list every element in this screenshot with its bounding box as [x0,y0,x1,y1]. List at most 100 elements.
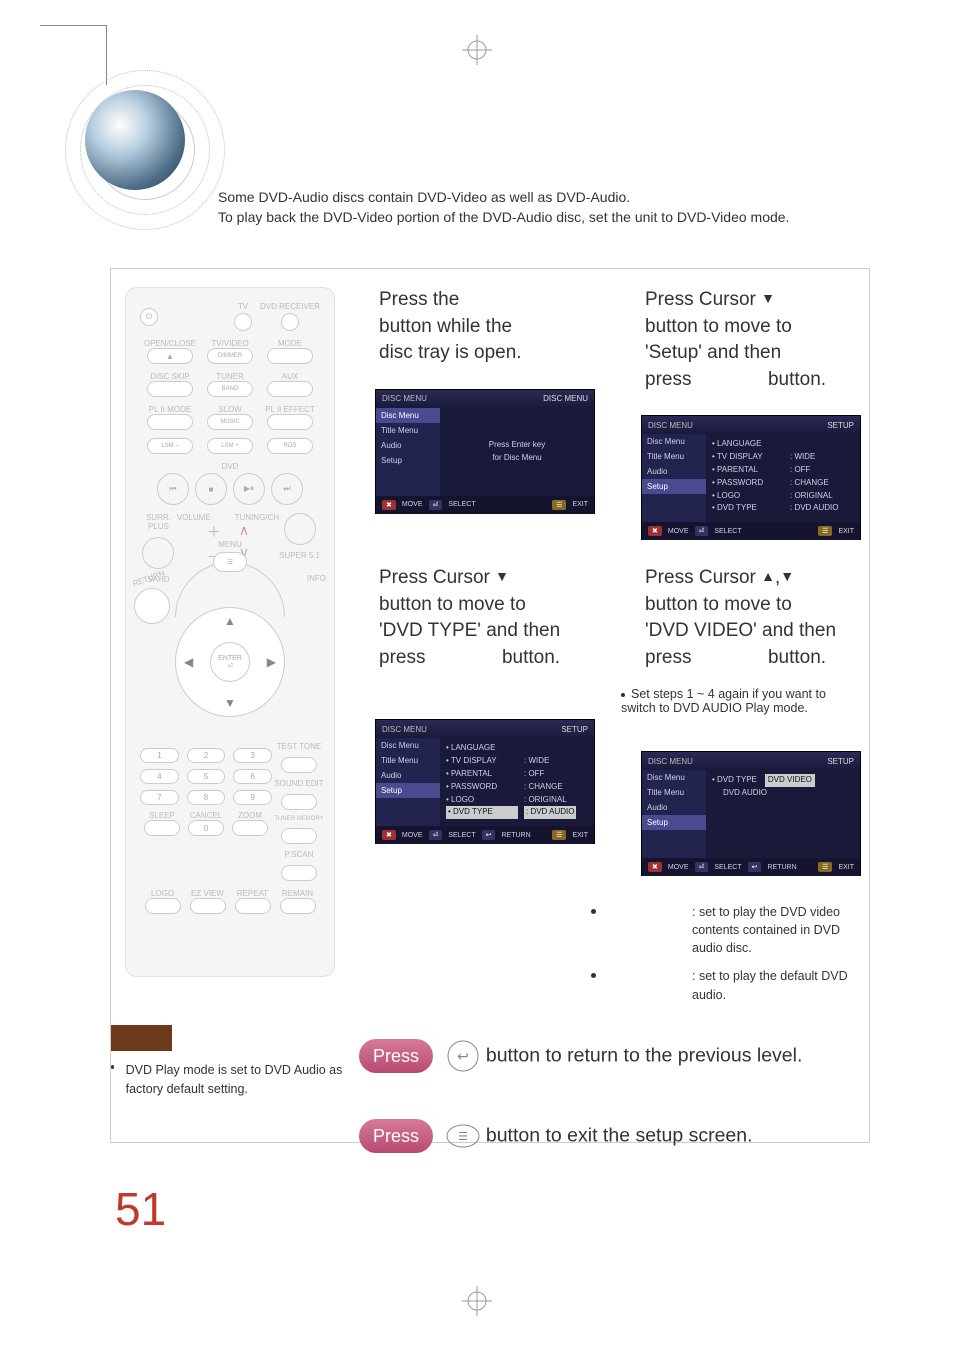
rc-label-super: SUPER 5.1 [279,551,320,560]
osd-row: • PARENTAL: OFF [446,768,588,781]
page-number: 51 [115,1182,166,1236]
step-4-l4a: press [645,647,691,668]
rc-dvdrcv-btn [281,313,299,331]
step-3-l3: 'DVD TYPE' and then [379,620,560,641]
rc-label-soundedit: SOUND EDIT [274,779,323,788]
menu-icon: ☰ [446,1119,480,1153]
osd3-discmenu: Disc Menu [376,738,440,753]
rc-surr-btn [142,537,174,569]
osd3-title-left: DISC MENU [382,725,427,734]
rc-sleep-btn [144,820,180,836]
step-2-l1: Press Cursor [645,289,756,310]
svg-text:☰: ☰ [459,1131,469,1143]
rc-left-arrow-icon: ◀ [184,655,193,669]
rc-pleffect-btn [267,414,313,430]
rc-label-pscan: P.SCAN [285,850,314,859]
osd-row: • TV DISPLAY: WIDE [446,755,588,768]
rc-right-arrow-icon: ▶ [267,655,276,669]
rc-enter-label: ENTER [218,655,242,662]
note-text: DVD Play mode is set to DVD Audio as fac… [126,1061,351,1099]
step-2-l3: 'Setup' and then [645,342,781,363]
osd4-foot-move: MOVE [668,864,689,871]
rc-zoom-btn [232,820,268,836]
intro-text: Some DVD-Audio discs contain DVD-Video a… [218,187,858,228]
bullet-icon [111,1065,114,1069]
rc-down-arrow-icon: ▼ [224,696,236,710]
step-4-note: Set steps 1 ~ 4 again if you want to swi… [621,687,861,715]
cursor-down-icon: ▼ [780,567,794,587]
osd3-titlemenu: Title Menu [376,753,440,768]
rc-rds: RDS [267,438,313,454]
rc-info-label: INFO [307,574,326,583]
rc-label-dvd: DVD [140,462,320,471]
step-1: Press the MENU button while the disc tra… [375,287,635,514]
rc-label-tv: TV [234,302,252,311]
rc-label-ezview: EZ VIEW [185,889,230,898]
rc-prev-icon: ⏮ [157,473,189,505]
step-2-text: Press Cursor ▼ button to move to 'Setup'… [645,287,901,393]
osd1-title-left: DISC MENU [382,394,427,403]
rc-vol-up-icon: ＋ [207,522,221,542]
step-4-note-text: Set steps 1 ~ 4 again if you want to swi… [621,687,826,715]
svg-text:↩: ↩ [458,1048,470,1064]
legend-val-2: : set to play the default DVD audio. [692,967,871,1003]
rc-remain-btn [280,898,316,914]
osd4-r1v: DVD AUDIO [720,787,770,800]
step-4-text: Press Cursor ▲,▼ button to move to 'DVD … [645,565,901,671]
osd-row: • LANGUAGE [712,438,854,451]
osd3-foot-move: MOVE [402,832,423,839]
cursor-up-icon: ▲ [761,567,775,587]
step-2-l4a: press [645,369,691,390]
rc-tuner-btn: BAND [207,381,253,397]
rc-label-tvvideo: TV/VIDEO [200,339,260,348]
osd1-foot-move-icon: ✖ [382,500,396,510]
osd-row: • DVD TYPE: DVD AUDIO [446,806,588,819]
rc-label-mode: MODE [260,339,320,348]
osd1-foot-exit-icon: ☰ [552,500,566,510]
osd4-foot-select: SELECT [714,864,741,871]
osd3-title-right: SETUP [561,725,588,734]
osd3-foot-return: RETURN [501,832,530,839]
rc-aux-btn [267,381,313,397]
osd3-foot-select: SELECT [448,832,475,839]
osd1-foot-move: MOVE [402,501,423,508]
osd-row: • LOGO: ORIGINAL [712,490,854,503]
rc-label-zoom: ZOOM [228,811,272,820]
rc-label-repeat: REPEAT [230,889,275,898]
rc-label-sleep: SLEEP [140,811,184,820]
rc-ch-up-icon: ∧ [239,522,249,539]
osd1-foot-select: SELECT [448,501,475,508]
header-graphic [55,60,245,250]
intro-line1: Some DVD-Audio discs contain DVD-Video a… [218,187,858,207]
osd4-audio: Audio [642,800,706,815]
osd1-center1: Press Enter key [489,439,545,452]
osd1-titlemenu: Title Menu [376,423,440,438]
cursor-down-icon: ▼ [495,567,509,587]
note-badge-text: Note [129,1031,154,1045]
rc-label-logo: LOGO [140,889,185,898]
osd1-center2: for Disc Menu [492,452,541,465]
return-line: Press ↩ button to return to the previous… [359,1039,859,1073]
rc-open-btn: ▲ [147,348,193,364]
rc-dpad: ▲ ▼ ◀ ▶ ENTER⏎ [175,607,285,717]
osd4-r0v: DVD VIDEO [765,774,815,787]
osd-row: • PARENTAL: OFF [712,464,854,477]
press-pill: Press [359,1039,433,1073]
rc-repeat-btn [235,898,271,914]
rc-enter-btn: ENTER⏎ [210,642,250,682]
rc-lsm-plus: LSM + [207,438,253,454]
osd-2: DISC MENUSETUP Disc Menu Title Menu Audi… [641,415,861,540]
note-badge: Note [111,1025,172,1051]
osd3-audio: Audio [376,768,440,783]
return-line-text: button to return to the previous level. [486,1045,803,1067]
step-3-l1: Press Cursor [379,567,490,588]
rc-num-4: 4 [140,769,179,784]
osd2-discmenu: Disc Menu [642,434,706,449]
rc-label-cancel: CANCEL [184,811,228,820]
osd-row: • PASSWORD: CHANGE [446,781,588,794]
step-1-text: Press the MENU button while the disc tra… [379,287,635,367]
legend: DVD VIDEO : set to play the DVD video co… [591,903,871,1014]
step-4-l4c: button. [768,647,826,668]
note-box: Note DVD Play mode is set to DVD Audio a… [111,1025,351,1099]
step-4: Press Cursor ▲,▼ button to move to 'DVD … [641,565,901,876]
